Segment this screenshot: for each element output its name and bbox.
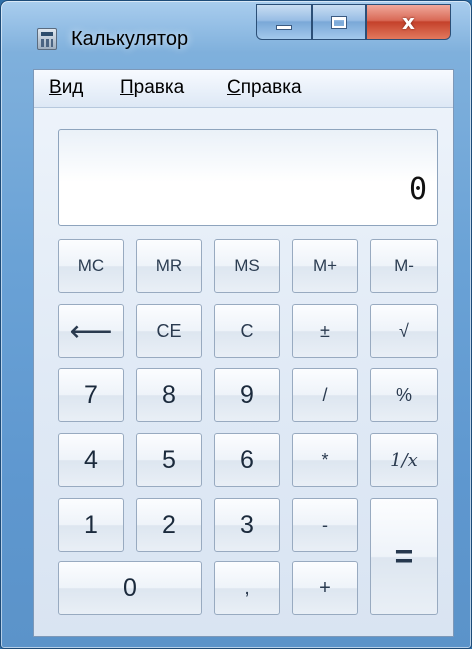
close-icon: x [402, 10, 415, 34]
menu-view-rest: ид [61, 77, 84, 98]
reciprocal-button[interactable]: 1/x [370, 433, 438, 487]
menu-view-accel: В [49, 77, 62, 98]
menu-help-rest: правка [240, 77, 302, 98]
menu-help-accel: С [227, 77, 241, 98]
digit-4-button[interactable]: 4 [58, 433, 124, 487]
menu-bar: Вид Правка Справка [34, 70, 453, 108]
window-title: Калькулятор [71, 28, 189, 50]
clear-button[interactable]: C [214, 304, 280, 358]
digit-8-button[interactable]: 8 [136, 368, 202, 422]
memory-recall-button[interactable]: MR [136, 239, 202, 293]
menu-view[interactable]: Вид [49, 77, 83, 99]
maximize-button[interactable] [312, 4, 366, 40]
menu-edit[interactable]: Правка [120, 77, 184, 99]
maximize-icon [331, 15, 347, 29]
digit-0-button[interactable]: 0 [58, 561, 202, 615]
digit-9-button[interactable]: 9 [214, 368, 280, 422]
minimize-button[interactable] [256, 4, 312, 40]
plus-minus-button[interactable]: ± [292, 304, 358, 358]
backspace-button[interactable]: ⟵ [58, 304, 124, 358]
digit-1-button[interactable]: 1 [58, 498, 124, 552]
digit-3-button[interactable]: 3 [214, 498, 280, 552]
digit-2-button[interactable]: 2 [136, 498, 202, 552]
subtract-button[interactable]: - [292, 498, 358, 552]
memory-subtract-button[interactable]: M- [370, 239, 438, 293]
memory-add-button[interactable]: M+ [292, 239, 358, 293]
menu-edit-rest: равка [133, 77, 185, 98]
memory-clear-button[interactable]: MC [58, 239, 124, 293]
add-button[interactable]: + [292, 561, 358, 615]
multiply-button[interactable]: * [292, 433, 358, 487]
menu-help[interactable]: Справка [227, 77, 302, 99]
result-display: 0 [58, 129, 438, 226]
calculator-client-area: Вид Правка Справка 0 MC MR MS M+ M- ⟵ CE… [33, 69, 454, 637]
decimal-button[interactable]: , [214, 561, 280, 615]
menu-edit-accel: П [120, 77, 134, 98]
divide-button[interactable]: / [292, 368, 358, 422]
square-root-button[interactable]: √ [370, 304, 438, 358]
digit-7-button[interactable]: 7 [58, 368, 124, 422]
close-button[interactable]: x [366, 4, 451, 40]
clear-entry-button[interactable]: CE [136, 304, 202, 358]
calculator-window: Калькулятор x Вид Правка Справка 0 MC MR… [0, 0, 472, 649]
calculator-icon[interactable] [37, 28, 57, 50]
digit-5-button[interactable]: 5 [136, 433, 202, 487]
minimize-icon [276, 24, 292, 30]
percent-button[interactable]: % [370, 368, 438, 422]
equals-button[interactable]: = [370, 498, 438, 615]
digit-6-button[interactable]: 6 [214, 433, 280, 487]
memory-store-button[interactable]: MS [214, 239, 280, 293]
display-value: 0 [408, 172, 427, 207]
